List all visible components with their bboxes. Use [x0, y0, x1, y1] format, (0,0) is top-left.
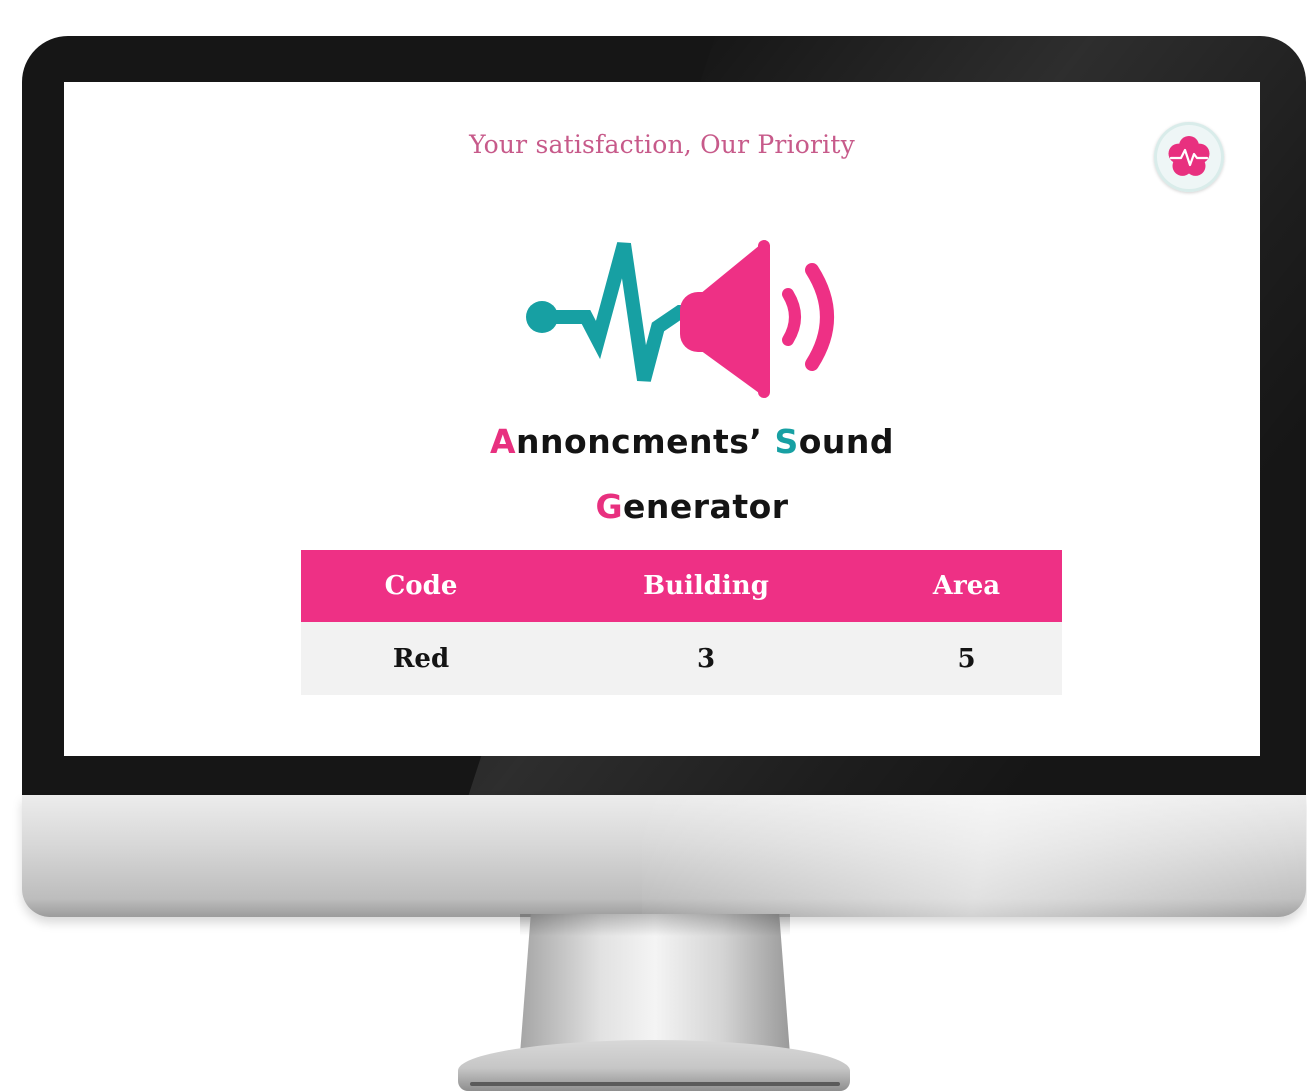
- table-header-row: Code Building Area: [301, 550, 1062, 622]
- header-building: Building: [643, 571, 769, 601]
- cell-code: Red: [301, 622, 541, 695]
- cell-building: 3: [541, 622, 871, 695]
- title-text-c: enerator: [623, 487, 789, 526]
- heartbeat-speaker-icon: [526, 240, 834, 398]
- monitor-mockup: Your satisfaction, Our Priority Annoncme…: [0, 0, 1307, 1091]
- monitor-chin: [22, 795, 1307, 917]
- title-accent-s: S: [774, 422, 799, 461]
- cell-area: 5: [871, 622, 1062, 695]
- stand-shadow: [520, 914, 790, 936]
- title-accent-a: A: [489, 422, 517, 461]
- title-line-1: Annoncments’ Sound: [94, 422, 1260, 461]
- header-code: Code: [384, 571, 458, 601]
- header-area: Area: [932, 571, 1001, 601]
- title-text-b: ound: [798, 422, 895, 461]
- title-accent-g: G: [595, 487, 624, 526]
- medical-star-heartbeat-icon[interactable]: [1154, 122, 1224, 192]
- announcement-table: Code Building Area Red 3 5: [301, 550, 1062, 695]
- title-text-a: nnoncments’: [516, 422, 775, 461]
- tagline: Your satisfaction, Our Priority: [469, 130, 855, 159]
- screen-content: Your satisfaction, Our Priority Annoncme…: [64, 82, 1260, 756]
- stand-foot-edge: [470, 1082, 840, 1086]
- chin-reflection: [642, 795, 1307, 917]
- table-row: Red 3 5: [301, 622, 1062, 695]
- title-line-2: Generator: [94, 487, 1260, 526]
